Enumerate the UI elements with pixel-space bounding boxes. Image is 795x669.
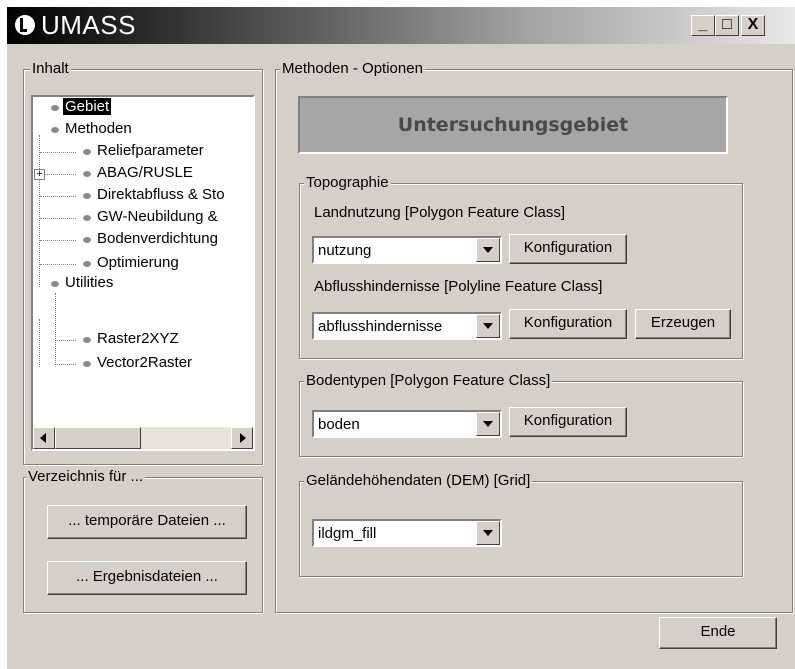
chevron-down-icon[interactable]: [476, 314, 500, 338]
tree-connector: [45, 174, 76, 175]
chevron-down-icon[interactable]: [476, 412, 500, 436]
tree-item-gebiet[interactable]: Gebiet: [63, 98, 112, 115]
tree-item-label: Gebiet: [63, 98, 112, 115]
bodentypen-select[interactable]: boden: [312, 410, 502, 438]
bullet-icon: [83, 215, 91, 221]
tree-item-direktabfluss[interactable]: Direktabfluss & Sto: [97, 186, 225, 203]
dem-group-label: Geländehöhendaten (DEM) [Grid]: [304, 472, 533, 489]
tree-item-methoden[interactable]: Methoden: [65, 120, 132, 137]
tree-connector: [40, 240, 76, 241]
maximize-button[interactable]: □: [715, 15, 739, 36]
arrow-right-icon: [240, 433, 246, 443]
window-title: UMASS: [41, 10, 136, 40]
arrow-left-icon: [40, 433, 46, 443]
dem-select[interactable]: ildgm_fill: [312, 519, 502, 547]
abfluss-label: Abflusshindernisse [Polyline Feature Cla…: [314, 278, 603, 295]
bodentypen-value: boden: [318, 416, 360, 433]
tree-connector: [55, 293, 56, 363]
close-button[interactable]: X: [741, 15, 765, 36]
bullet-icon: [83, 261, 91, 267]
tree-horizontal-scrollbar[interactable]: [33, 427, 253, 449]
bullet-icon: [83, 337, 91, 343]
methoden-group-label: Methoden - Optionen: [280, 60, 425, 77]
abfluss-config-button[interactable]: Konfiguration: [509, 309, 627, 339]
topographie-group-label: Topographie: [304, 174, 391, 191]
abfluss-value: abflusshindernisse: [318, 318, 443, 335]
title-bar[interactable]: UMASS _ □ X: [7, 7, 795, 44]
landnutzung-label: Landnutzung [Polygon Feature Class]: [314, 204, 565, 221]
tree-connector: [55, 364, 76, 365]
end-button[interactable]: Ende: [659, 617, 777, 649]
tree-connector: [40, 264, 76, 265]
inhalt-group-label: Inhalt: [30, 60, 71, 77]
chevron-down-icon[interactable]: [476, 521, 500, 545]
tree-item-gw-neubildung[interactable]: GW-Neubildung &: [97, 208, 218, 225]
tree-connector: [40, 196, 76, 197]
abfluss-create-button[interactable]: Erzeugen: [635, 309, 731, 339]
result-files-button[interactable]: ... Ergebnisdateien ...: [47, 561, 247, 595]
tree-item-reliefparameter[interactable]: Reliefparameter: [97, 142, 204, 159]
landnutzung-value: nutzung: [318, 242, 372, 259]
bullet-icon: [83, 237, 91, 243]
tree-connector: [40, 218, 76, 219]
temp-files-button[interactable]: ... temporäre Dateien ...: [47, 505, 247, 539]
content-tree[interactable]: Gebiet Methoden Reliefparameter + ABAG/R…: [31, 95, 255, 451]
bodentypen-group-label: Bodentypen [Polygon Feature Class]: [304, 372, 553, 389]
bullet-icon: [83, 149, 91, 155]
tree-item-optimierung[interactable]: Optimierung: [97, 254, 179, 271]
dem-value: ildgm_fill: [318, 525, 377, 542]
minimize-button[interactable]: _: [691, 15, 715, 36]
bullet-icon: [51, 105, 59, 111]
main-window: UMASS _ □ X Inhalt Gebiet Methoden Relie…: [6, 6, 795, 669]
tree-connector: [40, 152, 76, 153]
bullet-icon: [51, 127, 59, 133]
tree-item-bodenverdichtung[interactable]: Bodenverdichtung: [97, 230, 218, 247]
scroll-left-button[interactable]: [33, 427, 55, 449]
abfluss-select[interactable]: abflusshindernisse: [312, 312, 502, 340]
scroll-thumb[interactable]: [55, 427, 141, 449]
expand-icon[interactable]: +: [34, 169, 45, 180]
bodentypen-config-button[interactable]: Konfiguration: [509, 407, 627, 437]
chevron-down-icon[interactable]: [476, 238, 500, 262]
tree-connector: [55, 340, 76, 341]
section-header: Untersuchungsgebiet: [298, 96, 728, 154]
verzeichnis-group-label: Verzeichnis für ...: [26, 468, 146, 485]
bullet-icon: [83, 171, 91, 177]
tree-item-raster2xyz[interactable]: Raster2XYZ: [97, 330, 179, 347]
bullet-icon: [51, 281, 59, 287]
tree-item-utilities[interactable]: Utilities: [65, 274, 113, 291]
app-icon: [13, 13, 37, 37]
tree-item-abag-rusle[interactable]: ABAG/RUSLE: [97, 164, 193, 181]
tree-item-vector2raster[interactable]: Vector2Raster: [97, 354, 192, 371]
bullet-icon: [83, 193, 91, 199]
scroll-right-button[interactable]: [231, 427, 253, 449]
landnutzung-config-button[interactable]: Konfiguration: [509, 234, 627, 264]
bullet-icon: [83, 361, 91, 367]
landnutzung-select[interactable]: nutzung: [312, 236, 502, 264]
tree-connector: [39, 319, 40, 367]
